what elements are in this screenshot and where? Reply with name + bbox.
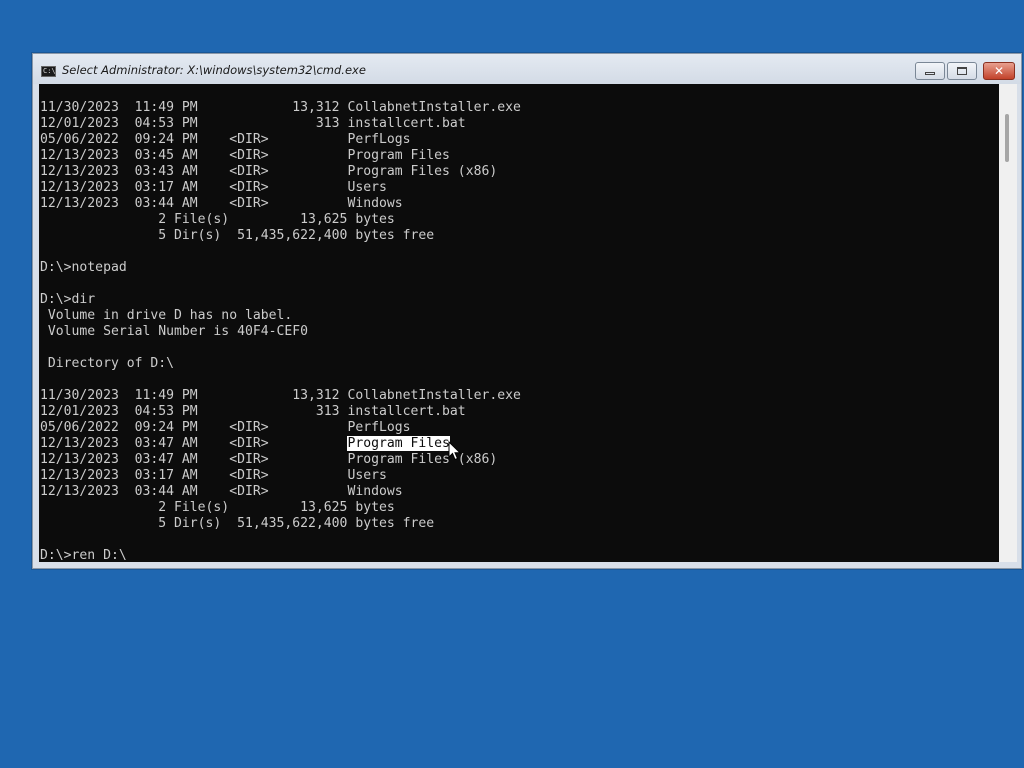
- maximize-button[interactable]: [947, 62, 977, 80]
- vertical-scrollbar[interactable]: [999, 84, 1017, 562]
- minimize-icon: [925, 72, 935, 75]
- title-bar[interactable]: C:\. Select Administrator: X:\windows\sy…: [33, 54, 1021, 84]
- console-text-after: 12/13/2023 03:47 AM <DIR> Program Files …: [40, 452, 498, 562]
- console-output[interactable]: 11/30/2023 11:49 PM 13,312 CollabnetInst…: [39, 84, 999, 562]
- minimize-button[interactable]: [915, 62, 945, 80]
- mouse-pointer-icon: [448, 441, 462, 461]
- scrollbar-thumb[interactable]: [1005, 114, 1009, 162]
- window-title: Select Administrator: X:\windows\system3…: [62, 63, 366, 77]
- maximize-icon: [957, 67, 967, 75]
- desktop-background: C:\. Select Administrator: X:\windows\sy…: [0, 0, 1024, 768]
- close-icon: ✕: [993, 64, 1005, 78]
- text-selection[interactable]: Program Files: [347, 436, 450, 451]
- close-button[interactable]: ✕: [983, 62, 1015, 80]
- cmd-icon: C:\.: [41, 66, 60, 77]
- cmd-window[interactable]: C:\. Select Administrator: X:\windows\sy…: [32, 53, 1022, 569]
- console-text-before: 11/30/2023 11:49 PM 13,312 CollabnetInst…: [40, 100, 521, 451]
- console-text[interactable]: 11/30/2023 11:49 PM 13,312 CollabnetInst…: [40, 100, 521, 562]
- cmd-icon-label: C:\.: [43, 67, 60, 75]
